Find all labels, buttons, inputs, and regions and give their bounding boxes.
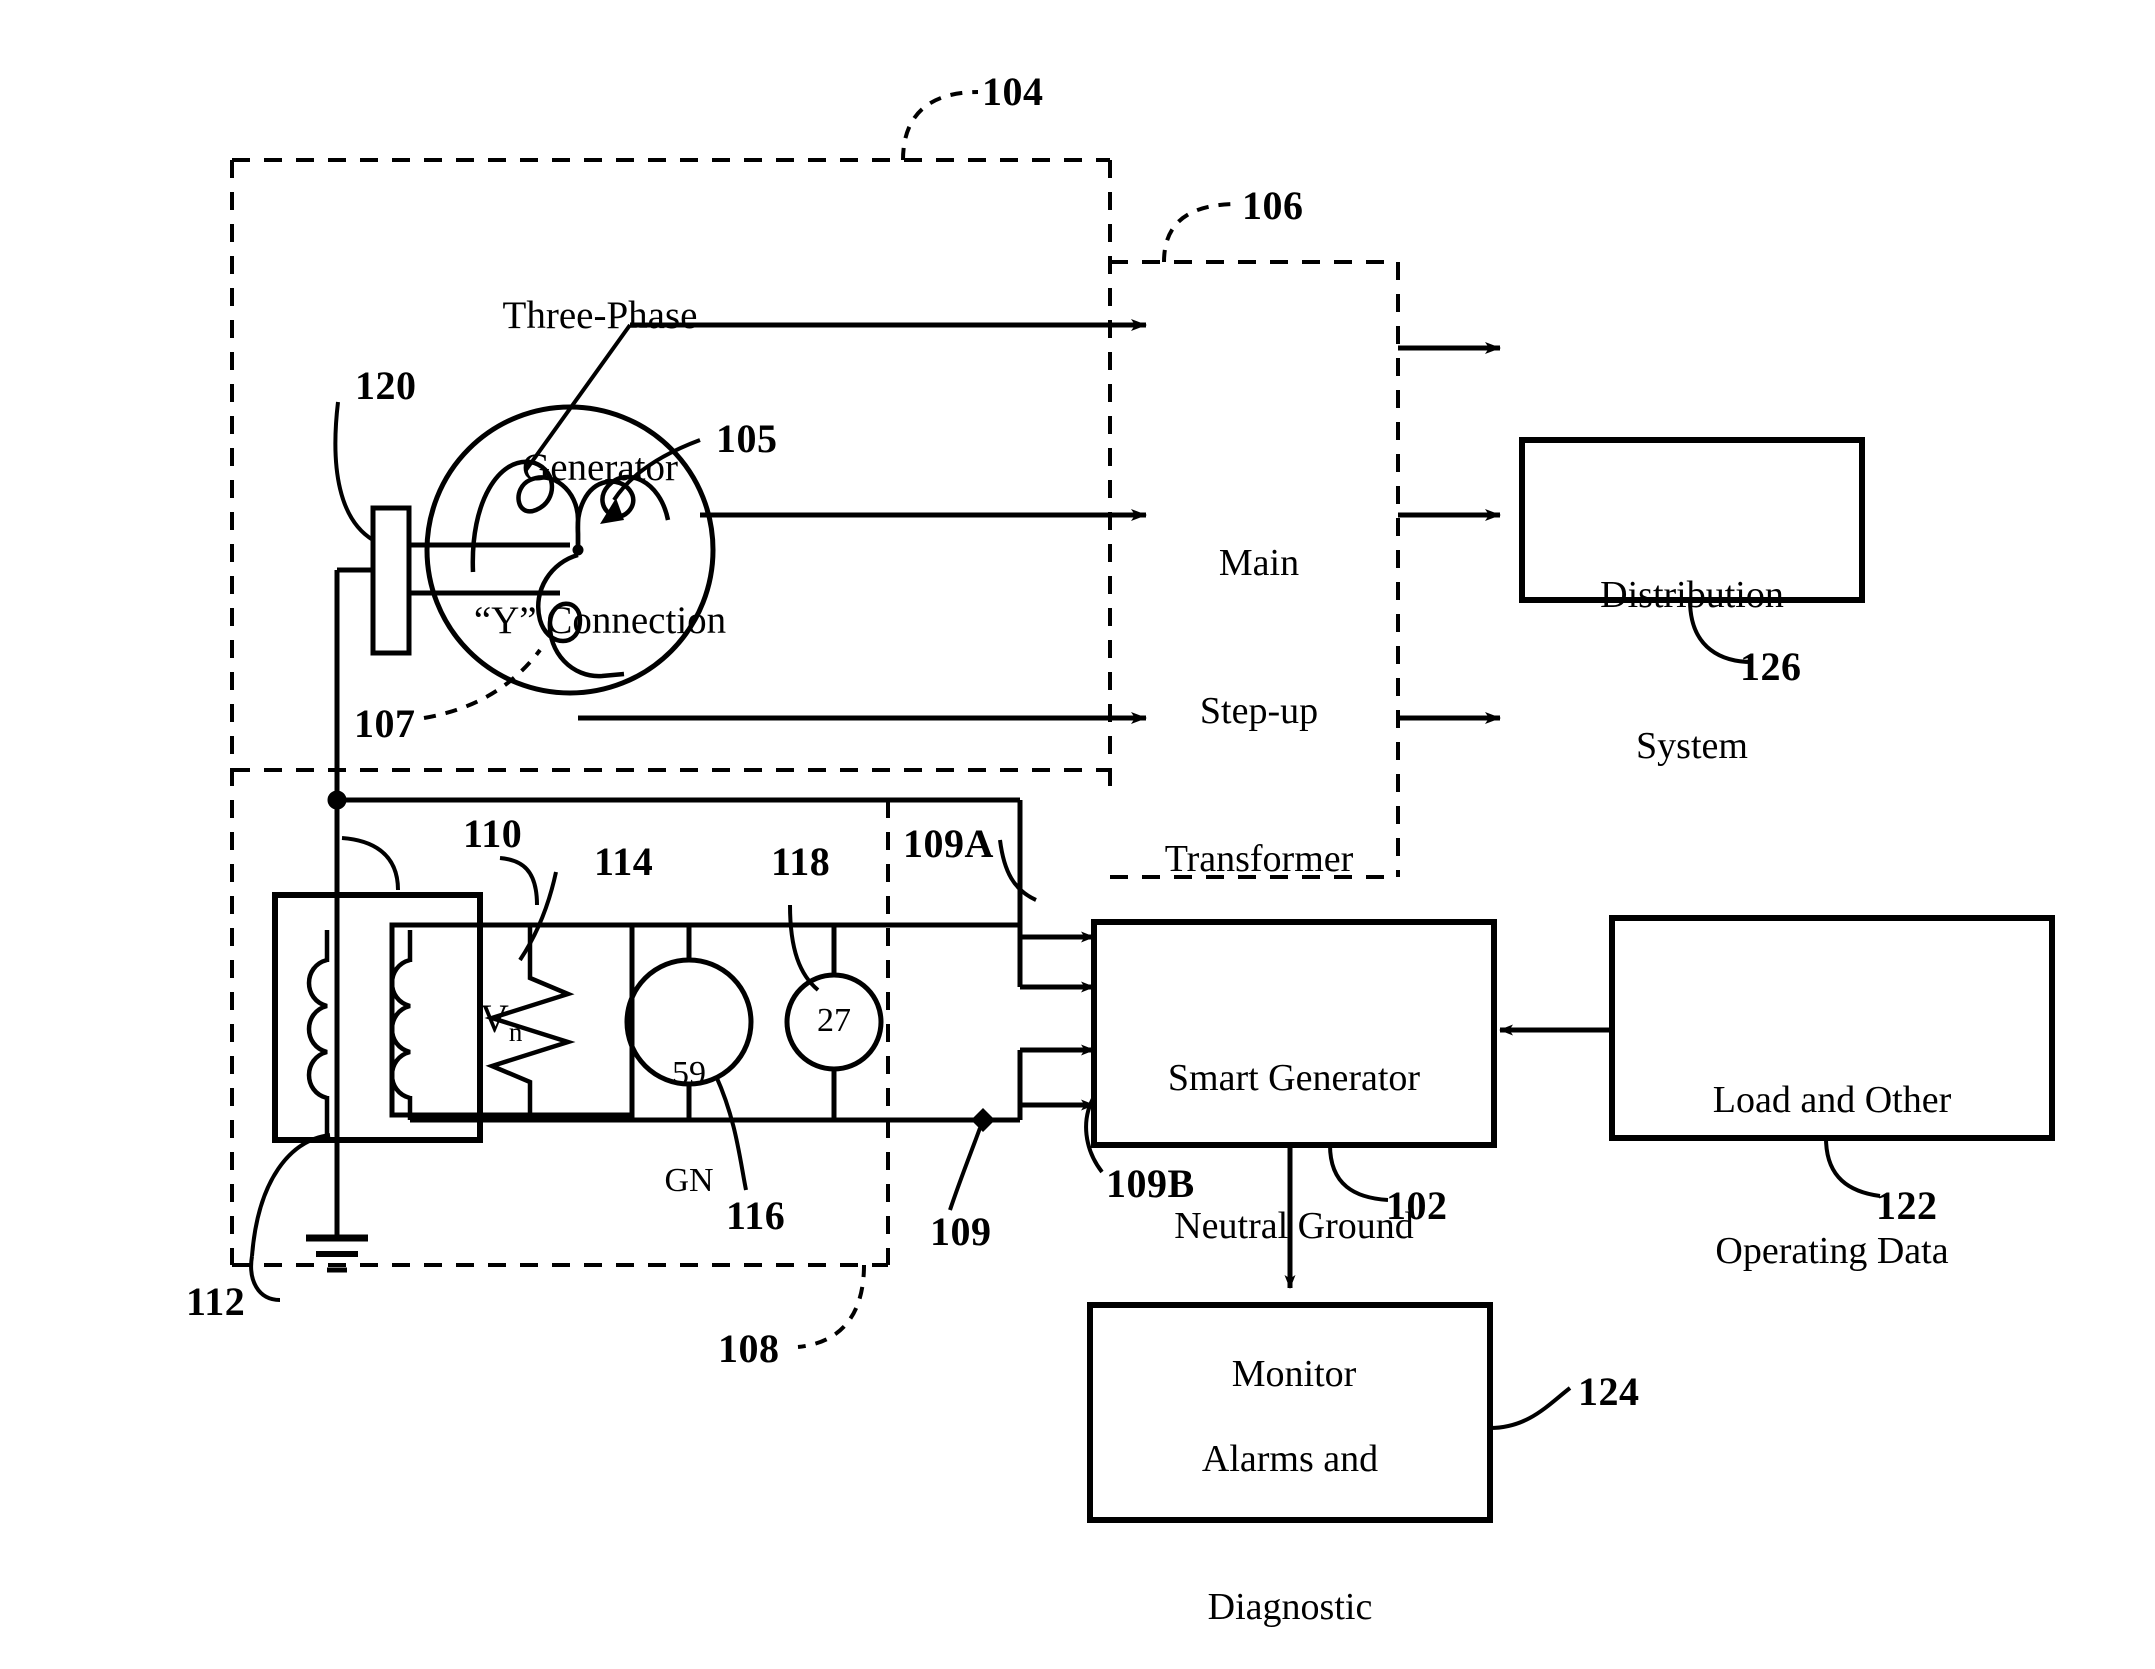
leader-104	[901, 90, 979, 161]
vn-symbol: V	[480, 996, 509, 1041]
vn-subscript: n	[508, 1017, 523, 1047]
generator-title-line3: “Y” Connection	[473, 598, 727, 642]
leader-114	[499, 856, 539, 906]
mstu-line1: Main	[1218, 541, 1300, 584]
grounding-transformer-110	[272, 892, 635, 1143]
ref-110: 110	[463, 811, 523, 856]
dist-line1: Distribution	[1600, 574, 1784, 617]
load-line1: Load and Other	[1712, 1079, 1952, 1122]
leader-114b	[518, 871, 558, 962]
patent-figure-canvas: Three-Phase Generator “Y” Connection Mai…	[0, 0, 2155, 1669]
main-step-up-transformer-label: Main Step-up Transformer	[1128, 440, 1390, 983]
ref-124: 124	[1578, 1369, 1640, 1414]
leader-109	[948, 1127, 982, 1211]
relay-27-label: 27	[817, 1002, 851, 1039]
generator-title-line1: Three-Phase	[502, 294, 698, 338]
ref-109: 109	[930, 1209, 992, 1254]
relay-59gn-label: 59 GN	[639, 985, 739, 1271]
ref-105: 105	[716, 416, 778, 461]
load-data-label: Load and Other Operating Data	[1616, 975, 2048, 1376]
alarms-line1: Alarms and	[1201, 1437, 1379, 1480]
ref-120: 120	[355, 363, 417, 408]
ref-107: 107	[354, 701, 416, 746]
ref-106: 106	[1242, 183, 1304, 228]
ref-122: 122	[1876, 1183, 1938, 1228]
ref-102: 102	[1386, 1183, 1448, 1228]
load-line2: Operating Data	[1715, 1229, 1949, 1272]
ref-108: 108	[718, 1326, 780, 1371]
ref-126: 126	[1740, 644, 1802, 689]
leader-112	[249, 1133, 331, 1302]
ref-112: 112	[186, 1279, 246, 1324]
mstu-line3: Transformer	[1164, 838, 1354, 881]
ground-symbol-112	[306, 1170, 368, 1273]
leader-106	[1162, 202, 1239, 263]
generator-title: Three-Phase Generator “Y” Connection	[390, 190, 810, 748]
transformer-output-lines	[1398, 342, 1501, 724]
smart-line1: Smart Generator	[1167, 1056, 1421, 1099]
ref-104: 104	[982, 69, 1044, 114]
distribution-system-label: Distribution System	[1522, 470, 1862, 871]
leader-110	[341, 836, 400, 891]
relay-59gn-line1: 59	[672, 1055, 706, 1093]
ref-114: 114	[594, 839, 654, 884]
ref-109B: 109B	[1106, 1161, 1195, 1206]
alarms-line2: Diagnostic	[1207, 1585, 1373, 1628]
leader-120	[333, 401, 375, 542]
alarms-label: Alarms and Diagnostic Information	[1094, 1336, 1486, 1669]
vn-resistor-label: Vn	[480, 995, 522, 1049]
ref-116: 116	[726, 1193, 786, 1238]
mstu-line2: Step-up	[1199, 689, 1319, 732]
dist-line2: System	[1636, 724, 1748, 767]
leader-108	[797, 1264, 866, 1349]
ref-109A: 109A	[903, 821, 994, 866]
relay-59gn-line2: GN	[664, 1162, 714, 1200]
ref-118: 118	[771, 839, 831, 884]
leader-124	[1489, 1386, 1572, 1430]
